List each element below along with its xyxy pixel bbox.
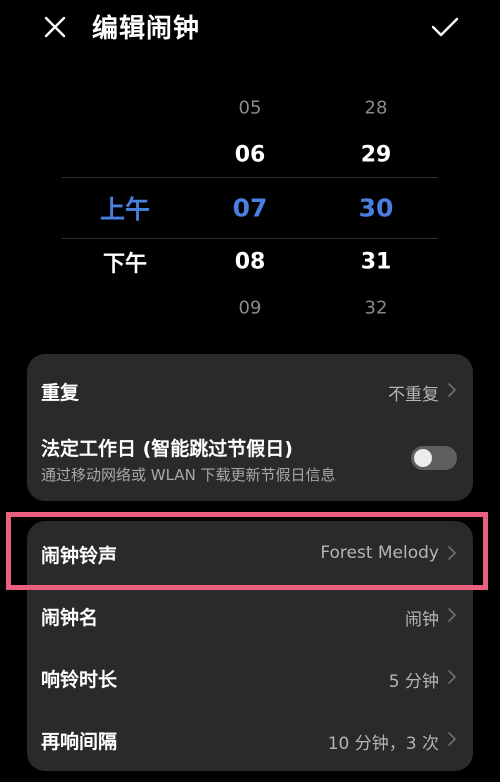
chevron-right-icon [448, 670, 456, 684]
toggle-knob [414, 449, 432, 467]
workday-label: 法定工作日 (智能跳过节假日) [41, 438, 293, 460]
period-option[interactable]: 下午 [103, 246, 147, 278]
confirm-button[interactable] [428, 10, 462, 44]
period-option-selected[interactable]: 上午 [100, 190, 150, 226]
alarm-name-value: 闹钟 [405, 610, 439, 630]
minute-option-selected[interactable]: 30 [359, 194, 394, 223]
snooze-value: 10 分钟，3 次 [327, 734, 439, 754]
ring-duration-label: 响铃时长 [41, 669, 118, 691]
hour-option[interactable]: 05 [239, 98, 262, 119]
chevron-right-icon [448, 383, 456, 397]
repeat-label: 重复 [41, 382, 80, 404]
minute-option[interactable]: 29 [361, 143, 392, 168]
hour-option[interactable]: 06 [235, 143, 266, 168]
hour-wheel[interactable]: 05 06 07 08 09 [205, 80, 295, 340]
check-icon [431, 17, 459, 37]
minute-option[interactable]: 31 [361, 250, 392, 275]
hour-option[interactable]: 08 [235, 250, 266, 275]
minute-wheel[interactable]: 28 29 30 31 32 [331, 80, 421, 340]
ring-duration-row[interactable]: 响铃时长 5 分钟 [27, 645, 473, 707]
snooze-label: 再响间隔 [41, 731, 118, 753]
minute-option[interactable]: 28 [365, 98, 388, 119]
app-header: 编辑闹钟 [0, 0, 500, 60]
workday-row: 法定工作日 (智能跳过节假日) 通过移动网络或 WLAN 下载更新节假日信息 [27, 424, 473, 501]
time-picker: 上午 下午 05 06 07 08 09 28 29 30 31 32 [0, 80, 500, 340]
alarm-name-label: 闹钟名 [41, 607, 99, 629]
close-icon [44, 16, 66, 38]
ringtone-highlight-annotation [6, 512, 488, 590]
repeat-settings-card: 重复 不重复 法定工作日 (智能跳过节假日) 通过移动网络或 WLAN 下载更新… [27, 354, 473, 501]
hour-option-selected[interactable]: 07 [233, 194, 268, 223]
alarm-name-row[interactable]: 闹钟名 闹钟 [27, 583, 473, 645]
minute-option[interactable]: 32 [365, 298, 388, 319]
ring-duration-value: 5 分钟 [388, 672, 439, 692]
repeat-row[interactable]: 重复 不重复 [27, 354, 473, 424]
repeat-value: 不重复 [388, 385, 439, 405]
snooze-row[interactable]: 再响间隔 10 分钟，3 次 [27, 707, 473, 769]
chevron-right-icon [448, 608, 456, 622]
page-title: 编辑闹钟 [92, 14, 201, 44]
hour-option[interactable]: 09 [239, 298, 262, 319]
workday-description: 通过移动网络或 WLAN 下载更新节假日信息 [41, 466, 336, 484]
workday-toggle[interactable] [411, 446, 457, 470]
chevron-right-icon [448, 732, 456, 746]
close-button[interactable] [38, 10, 72, 44]
period-wheel[interactable]: 上午 下午 [80, 80, 170, 340]
